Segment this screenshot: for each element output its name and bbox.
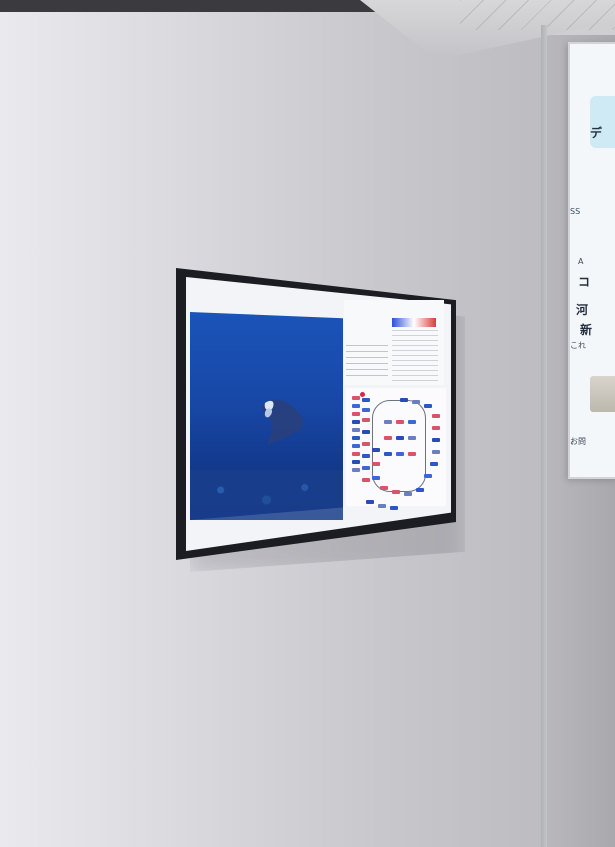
map-block — [404, 492, 412, 496]
map-block — [384, 436, 392, 440]
screen-heat-scale — [392, 318, 436, 327]
map-block — [352, 428, 360, 432]
map-block — [424, 474, 432, 478]
map-block — [372, 462, 380, 466]
poster-header-band — [590, 96, 615, 148]
map-block — [430, 462, 438, 466]
map-block — [362, 442, 370, 446]
poster-image — [590, 376, 615, 412]
map-pin-icon — [360, 392, 365, 397]
map-block — [352, 444, 360, 448]
poster-text-line: A — [578, 257, 584, 266]
map-block — [352, 396, 360, 400]
map-block — [352, 452, 360, 456]
map-block — [432, 426, 440, 430]
map-block — [400, 398, 408, 402]
map-block — [352, 468, 360, 472]
map-block — [362, 454, 370, 458]
poster-text-line: デ — [590, 126, 603, 140]
map-block — [396, 420, 404, 424]
poster-text-line: コ — [578, 275, 591, 289]
map-block — [390, 506, 398, 510]
map-block — [352, 412, 360, 416]
map-block — [352, 460, 360, 464]
screen-table-lines-2 — [392, 330, 438, 385]
map-block — [362, 398, 370, 402]
map-block — [366, 500, 374, 504]
map-block — [408, 452, 416, 456]
map-block — [408, 436, 416, 440]
poster-text-line: 河 — [576, 303, 589, 317]
screen-table-lines — [346, 345, 388, 381]
wall-corner — [541, 25, 547, 847]
map-block — [352, 436, 360, 440]
poster-text-line: お問 — [570, 437, 586, 446]
map-block — [396, 452, 404, 456]
reef-floor — [190, 470, 343, 520]
map-block — [352, 420, 360, 424]
map-block — [396, 436, 404, 440]
map-block — [384, 420, 392, 424]
map-block — [424, 404, 432, 408]
map-block — [432, 414, 440, 418]
ceiling-tiles — [460, 0, 615, 30]
map-block — [432, 438, 440, 442]
map-block — [378, 504, 386, 508]
poster-text-line: SS — [570, 207, 581, 216]
map-block — [380, 486, 388, 490]
floor-map-outline — [372, 400, 426, 492]
map-block — [352, 404, 360, 408]
map-block — [362, 418, 370, 422]
map-block — [384, 452, 392, 456]
map-block — [412, 400, 420, 404]
map-block — [362, 466, 370, 470]
map-block — [392, 490, 400, 494]
poster-text-line: 新 — [580, 323, 593, 337]
map-block — [432, 450, 440, 454]
map-block — [362, 478, 370, 482]
map-block — [372, 476, 380, 480]
map-block — [362, 430, 370, 434]
manta-ray-icon — [261, 399, 303, 445]
map-block — [408, 420, 416, 424]
map-block — [362, 408, 370, 412]
map-block — [372, 448, 380, 452]
poster-text-line: これ — [570, 341, 586, 350]
photo-scene: デ SS A コ 河 新 これ お問 — [0, 0, 615, 847]
map-block — [416, 488, 424, 492]
